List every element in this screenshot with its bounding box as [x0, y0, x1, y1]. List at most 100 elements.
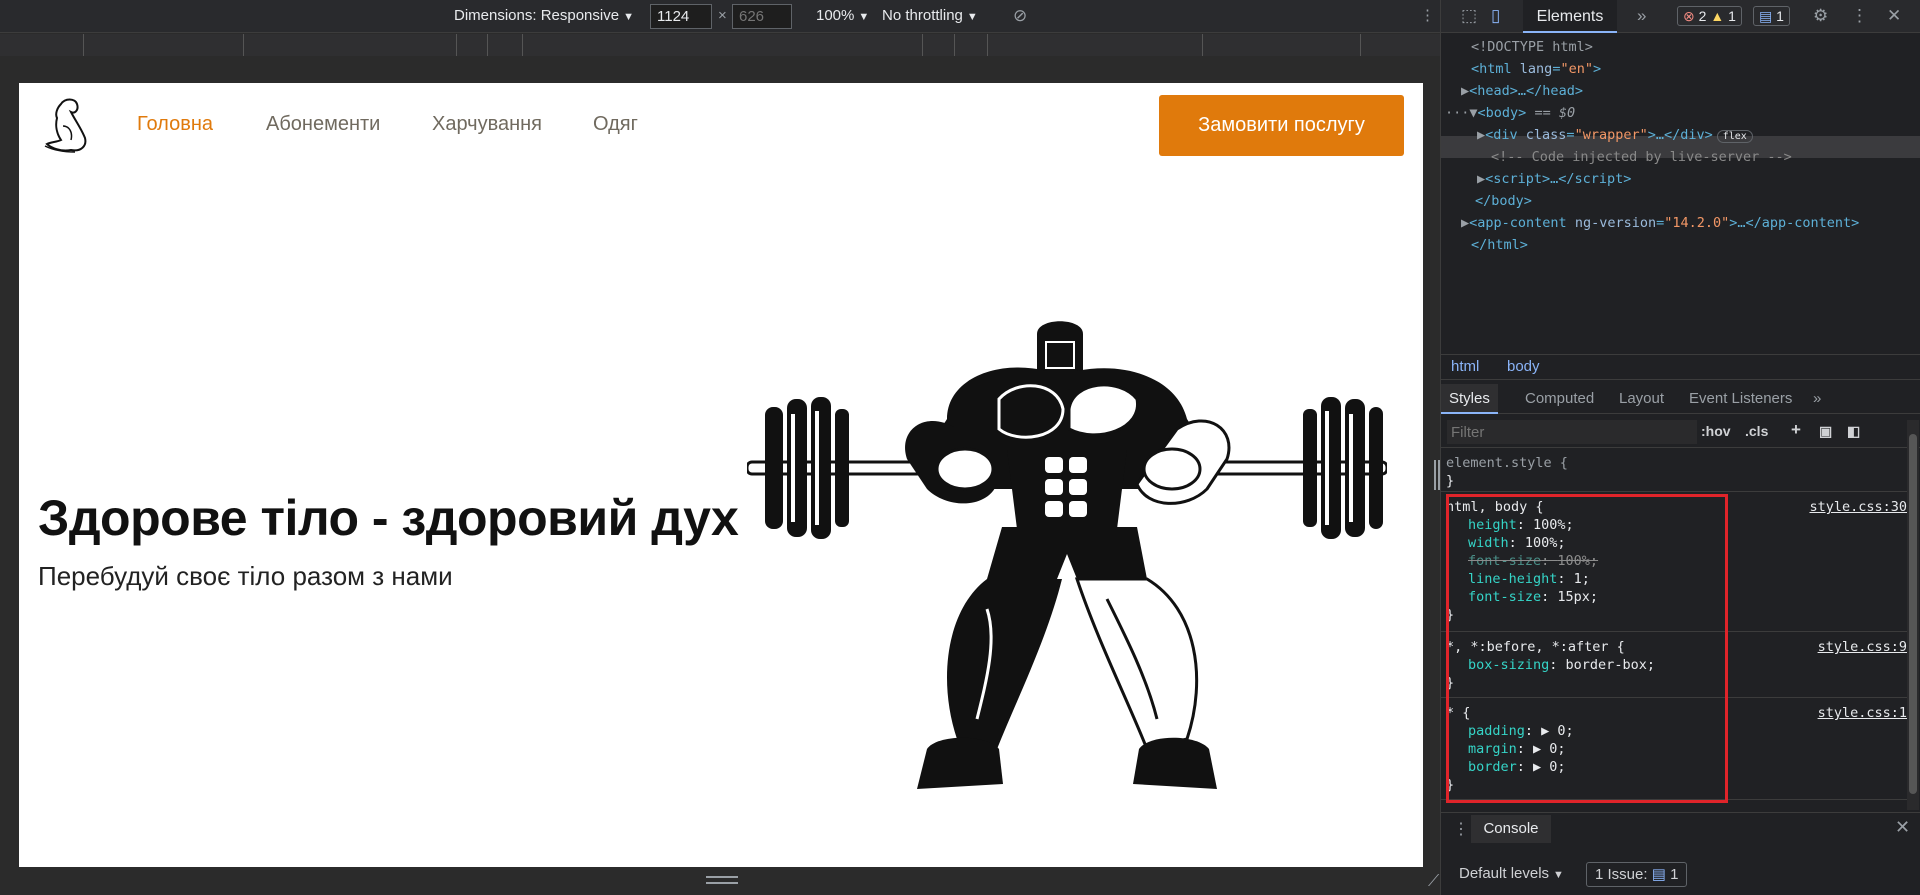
nav-link-home[interactable]: Головна	[137, 113, 213, 136]
tab-computed[interactable]: Computed	[1525, 384, 1594, 414]
tab-event-listeners[interactable]: Event Listeners	[1689, 384, 1792, 414]
dom-doctype[interactable]: <!DOCTYPE html>	[1471, 36, 1593, 58]
log-levels-label: Default levels	[1459, 865, 1550, 882]
ruler-tick	[487, 34, 488, 56]
message-icon: ▤	[1651, 866, 1666, 883]
dom-tree: <!DOCTYPE html> <html lang="en"> ▶<head>…	[1441, 36, 1920, 346]
message-icon: ▤	[1759, 8, 1773, 24]
times-icon: ×	[718, 7, 727, 24]
dom-head[interactable]: ▶<head>…</head>	[1461, 80, 1583, 102]
ruler-tick	[456, 34, 457, 56]
chevron-down-icon: ▼	[623, 11, 634, 23]
height-input[interactable]	[732, 4, 792, 29]
nav-link-clothing[interactable]: Одяг	[593, 113, 638, 136]
styles-filter-input[interactable]	[1447, 420, 1697, 444]
breadcrumb-body[interactable]: body	[1507, 355, 1540, 379]
throttling-dropdown[interactable]: No throttling ▼	[882, 6, 978, 27]
ng-version-value: "14.2.0"	[1664, 215, 1730, 231]
width-input[interactable]	[650, 4, 712, 29]
bicep-logo-icon[interactable]	[41, 96, 91, 156]
element-style-selector: element.style {	[1446, 455, 1568, 471]
rule-close: }	[1446, 473, 1455, 489]
more-options-icon[interactable]: ⋮	[1851, 6, 1868, 26]
flex-badge[interactable]: flex	[1716, 130, 1753, 143]
gear-icon[interactable]: ⚙	[1813, 6, 1828, 26]
dom-script[interactable]: ▶<script>…</script>	[1477, 168, 1631, 190]
more-tabs-icon[interactable]: »	[1637, 6, 1646, 26]
emulated-viewport: Головна Абонементи Харчування Одяг Замов…	[19, 83, 1423, 867]
chevron-down-icon: ▼	[966, 11, 978, 23]
resize-handle-corner[interactable]: ⟋	[1428, 873, 1439, 891]
log-levels-dropdown[interactable]: Default levels ▼	[1459, 865, 1564, 882]
scroll-thumb[interactable]	[1909, 434, 1917, 794]
styles-subtabs: Styles Computed Layout Event Listeners »	[1441, 384, 1920, 414]
tab-layout[interactable]: Layout	[1619, 384, 1664, 414]
dom-html-close[interactable]: </html>	[1471, 234, 1528, 256]
lang-value: "en"	[1560, 61, 1593, 77]
tab-elements[interactable]: Elements	[1523, 0, 1617, 33]
issues-button[interactable]: 1 Issue: ▤ 1	[1586, 862, 1688, 887]
emulation-toolbar: Dimensions: Responsive▼ × 100%▼ No throt…	[0, 0, 1440, 33]
message-count: 1	[1776, 8, 1784, 24]
zoom-dropdown[interactable]: 100% ▼	[816, 6, 869, 27]
rotate-icon[interactable]: ⊘	[1013, 6, 1027, 26]
close-icon[interactable]: ✕	[1887, 6, 1901, 26]
rule-source-link[interactable]: style.css:30	[1809, 498, 1907, 516]
expand-arrow-icon[interactable]: ▶	[1477, 171, 1485, 187]
ruler-tick	[522, 34, 523, 56]
dom-comment[interactable]: <!-- Code injected by live-server -->	[1491, 146, 1792, 168]
site-header: Головна Абонементи Харчування Одяг Замов…	[19, 83, 1423, 183]
add-rule-icon[interactable]: +	[1791, 420, 1801, 440]
more-options-icon[interactable]: ⋮	[1420, 6, 1435, 26]
sidebar-toggle-icon[interactable]: ◧	[1847, 423, 1860, 440]
dom-body[interactable]: ···▼<body> == $0	[1445, 102, 1575, 124]
dimensions-label: Dimensions: Responsive	[454, 7, 620, 24]
rule-source-link[interactable]: style.css:1	[1818, 704, 1907, 722]
drawer-menu-icon[interactable]: ⋮	[1453, 819, 1469, 839]
chevron-down-icon: ▼	[1553, 869, 1564, 881]
issues-label: 1 Issue:	[1595, 866, 1648, 883]
resize-handle-bottom[interactable]	[706, 876, 738, 884]
device-toggle-icon[interactable]: ▯	[1491, 6, 1500, 26]
dom-wrapper-div[interactable]: ▶<div class="wrapper">…</div> flex	[1477, 124, 1753, 148]
media-query-ruler[interactable]	[0, 34, 1440, 56]
ng-version-attr: ng-version	[1574, 215, 1657, 231]
ruler-tick	[1202, 34, 1203, 56]
dom-html[interactable]: <html lang="en">	[1471, 58, 1601, 80]
rule-source-link[interactable]: style.css:9	[1818, 638, 1907, 656]
hover-state-button[interactable]: :hov	[1701, 423, 1731, 439]
more-tabs-icon[interactable]: »	[1813, 384, 1821, 414]
tab-console[interactable]: Console	[1471, 815, 1551, 843]
body-selected-note: == $0	[1534, 105, 1576, 121]
element-style-rule[interactable]: element.style { }	[1441, 450, 1911, 492]
tab-styles[interactable]: Styles	[1441, 384, 1498, 414]
dimensions-dropdown[interactable]: Dimensions: Responsive ▼	[454, 6, 634, 27]
dom-app-content[interactable]: ▶<app-content ng-version="14.2.0">…</app…	[1461, 212, 1859, 234]
close-icon[interactable]: ✕	[1895, 817, 1910, 838]
breadcrumb-html[interactable]: html	[1451, 355, 1479, 379]
ruler-tick	[922, 34, 923, 56]
message-counter[interactable]: ▤ 1	[1753, 6, 1790, 26]
expand-arrow-icon[interactable]: ▶	[1477, 127, 1485, 143]
inspect-element-icon[interactable]: ⬚	[1461, 6, 1477, 26]
hero-subtitle: Перебудуй своє тіло разом з нами	[38, 561, 453, 591]
issue-counters[interactable]: ⊗ 2 ▲ 1	[1677, 6, 1742, 26]
dom-body-close[interactable]: </body>	[1475, 190, 1532, 212]
nav-link-nutrition[interactable]: Харчування	[432, 113, 542, 136]
expand-arrow-icon[interactable]: ▶	[1461, 83, 1469, 99]
warning-count: 1	[1728, 8, 1736, 24]
collapse-arrow-icon[interactable]: ▼	[1469, 105, 1477, 121]
order-service-button[interactable]: Замовити послугу	[1159, 95, 1404, 156]
head-tag: head	[1477, 83, 1510, 99]
class-toggle-button[interactable]: .cls	[1745, 423, 1768, 439]
breadcrumb: html body	[1441, 354, 1920, 380]
styles-filter-row: :hov .cls + ▣ ◧	[1441, 416, 1920, 448]
ruler-tick	[1360, 34, 1361, 56]
styles-scrollbar[interactable]	[1907, 420, 1919, 810]
expand-arrow-icon[interactable]: ▶	[1461, 215, 1469, 231]
wrapper-class-value: "wrapper"	[1574, 127, 1648, 143]
ruler-tick	[83, 34, 84, 56]
paint-brush-icon[interactable]: ▣	[1819, 423, 1832, 440]
nav-link-subscriptions[interactable]: Абонементи	[266, 113, 380, 136]
highlight-annotation-box	[1446, 494, 1728, 803]
